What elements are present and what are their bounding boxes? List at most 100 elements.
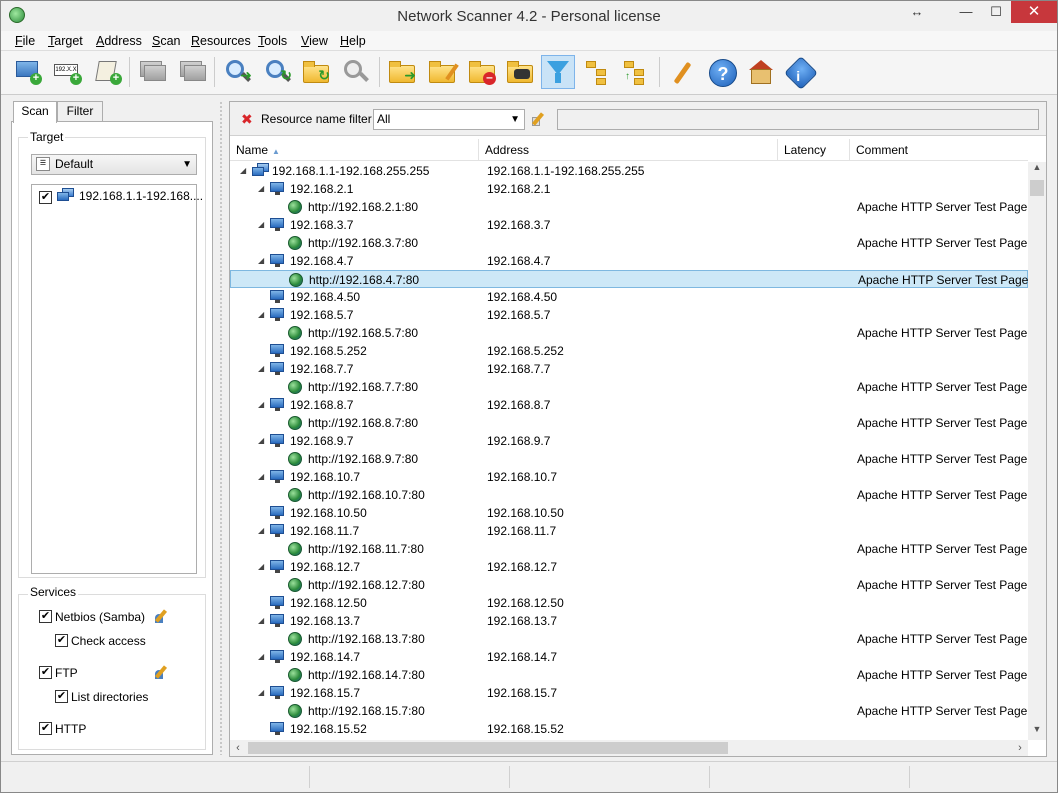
expand-toggle-icon[interactable]: ◢	[258, 612, 264, 630]
table-row[interactable]: http://192.168.13.7:80 Apache HTTP Server…	[230, 630, 1028, 648]
results-tree[interactable]: ◢ 192.168.1.1-192.168.255.255 192.168.1.1-…	[230, 162, 1028, 740]
table-row[interactable]: ◢ 192.168.7.7 192.168.7.7	[230, 360, 1028, 378]
computer-remove-button[interactable]	[175, 55, 209, 89]
table-row[interactable]: ◢ 192.168.15.7 192.168.15.7	[230, 684, 1028, 702]
minimize-button[interactable]: —	[951, 1, 981, 23]
close-button[interactable]: ✕	[1011, 1, 1057, 23]
horizontal-scroll-thumb[interactable]	[248, 742, 728, 754]
tab-filter[interactable]: Filter	[57, 101, 103, 122]
options-button[interactable]	[665, 55, 699, 89]
help-button[interactable]: ?	[705, 55, 739, 89]
table-row[interactable]: 192.168.4.50 192.168.4.50	[230, 288, 1028, 306]
table-row[interactable]: http://192.168.10.7:80 Apache HTTP Server…	[230, 486, 1028, 504]
ftp-settings-icon[interactable]	[154, 664, 171, 680]
column-name[interactable]: Name ▲	[230, 139, 479, 161]
target-item-checkbox[interactable]: ✔	[39, 191, 52, 204]
filter-input[interactable]	[557, 109, 1039, 130]
open-folder-button[interactable]: ➜	[385, 55, 419, 89]
expand-toggle-icon[interactable]: ◢	[258, 396, 264, 414]
expand-toggle-icon[interactable]: ◢	[258, 522, 264, 540]
rescan-button[interactable]: ↻	[261, 55, 295, 89]
menu-tools[interactable]: Tools	[258, 34, 287, 48]
clear-filter-icon[interactable]: ✖	[241, 111, 253, 128]
tab-scan[interactable]: Scan	[13, 101, 57, 123]
table-row[interactable]: http://192.168.2.1:80 Apache HTTP Server …	[230, 198, 1028, 216]
home-button[interactable]	[744, 55, 778, 89]
table-row[interactable]: 192.168.12.50 192.168.12.50	[230, 594, 1028, 612]
title-bar[interactable]: Network Scanner 4.2 - Personal license ↔…	[1, 1, 1057, 31]
table-row[interactable]: ◢ 192.168.4.7 192.168.4.7	[230, 252, 1028, 270]
table-row[interactable]: 192.168.15.52 192.168.15.52	[230, 720, 1028, 738]
panel-splitter[interactable]	[219, 101, 223, 755]
horizontal-scrollbar[interactable]: ‹ ›	[230, 740, 1028, 756]
scroll-up-icon[interactable]: ▲	[1028, 162, 1046, 178]
table-row[interactable]: ◢ 192.168.10.7 192.168.10.7	[230, 468, 1028, 486]
table-row[interactable]: ◢ 192.168.14.7 192.168.14.7	[230, 648, 1028, 666]
table-row[interactable]: ◢ 192.168.2.1 192.168.2.1	[230, 180, 1028, 198]
scroll-left-icon[interactable]: ‹	[230, 740, 246, 756]
table-row[interactable]: http://192.168.11.7:80 Apache HTTP Server…	[230, 540, 1028, 558]
expand-toggle-icon[interactable]: ◢	[240, 162, 246, 180]
list-directories-checkbox[interactable]: ✔	[55, 690, 68, 703]
menu-help[interactable]: Help	[340, 34, 366, 48]
table-row[interactable]: http://192.168.4.7:80 Apache HTTP Server …	[230, 270, 1028, 288]
add-address-button[interactable]: 192.X.X +	[51, 55, 85, 89]
table-row[interactable]: http://192.168.7.7:80 Apache HTTP Server …	[230, 378, 1028, 396]
netbios-settings-icon[interactable]	[154, 608, 171, 624]
expand-toggle-icon[interactable]: ◢	[258, 558, 264, 576]
menu-resources[interactable]: Resources	[191, 34, 251, 48]
expand-toggle-icon[interactable]: ◢	[258, 252, 264, 270]
table-row[interactable]: ◢ 192.168.11.7 192.168.11.7	[230, 522, 1028, 540]
table-row[interactable]: ◢ 192.168.1.1-192.168.255.255 192.168.1.1-…	[230, 162, 1028, 180]
edit-folder-button[interactable]	[425, 55, 459, 89]
scroll-right-icon[interactable]: ›	[1012, 740, 1028, 756]
computers-button[interactable]	[135, 55, 169, 89]
http-checkbox[interactable]: ✔	[39, 722, 52, 735]
table-row[interactable]: ◢ 192.168.13.7 192.168.13.7	[230, 612, 1028, 630]
scan-button[interactable]: ➜	[221, 55, 255, 89]
table-row[interactable]: http://192.168.15.7:80 Apache HTTP Server…	[230, 702, 1028, 720]
stop-scan-button[interactable]	[339, 55, 373, 89]
table-row[interactable]: http://192.168.3.7:80 Apache HTTP Server …	[230, 234, 1028, 252]
table-row[interactable]: ◢ 192.168.8.7 192.168.8.7	[230, 396, 1028, 414]
table-row[interactable]: http://192.168.8.7:80 Apache HTTP Server …	[230, 414, 1028, 432]
filter-button[interactable]	[541, 55, 575, 89]
table-row[interactable]: ◢ 192.168.9.7 192.168.9.7	[230, 432, 1028, 450]
edit-filter-icon[interactable]	[531, 111, 548, 127]
expand-toggle-icon[interactable]: ◢	[258, 306, 264, 324]
target-combo[interactable]: ☰ Default ▼	[31, 154, 197, 175]
menu-scan[interactable]: Scan	[152, 34, 181, 48]
table-row[interactable]: http://192.168.14.7:80 Apache HTTP Server…	[230, 666, 1028, 684]
vertical-scroll-thumb[interactable]	[1030, 180, 1044, 196]
ftp-checkbox[interactable]: ✔	[39, 666, 52, 679]
expand-toggle-icon[interactable]: ◢	[258, 648, 264, 666]
menu-target[interactable]: Target	[48, 34, 83, 48]
vertical-scrollbar[interactable]: ▲ ▼	[1028, 162, 1046, 740]
netbios-checkbox[interactable]: ✔	[39, 610, 52, 623]
expand-toggle-icon[interactable]: ◢	[258, 432, 264, 450]
add-script-button[interactable]: +	[91, 55, 125, 89]
column-latency[interactable]: Latency	[778, 139, 850, 161]
menu-address[interactable]: Address	[96, 34, 142, 48]
table-row[interactable]: ◢ 192.168.12.7 192.168.12.7	[230, 558, 1028, 576]
table-row[interactable]: 192.168.5.252 192.168.5.252	[230, 342, 1028, 360]
target-list[interactable]: ✔ 192.168.1.1-192.168....	[31, 184, 203, 574]
refresh-folders-button[interactable]: ↻	[299, 55, 333, 89]
menu-file[interactable]: File	[15, 34, 35, 48]
filter-combo[interactable]: All ▼	[373, 109, 525, 130]
expand-toggle-icon[interactable]: ◢	[258, 216, 264, 234]
column-address[interactable]: Address	[479, 139, 778, 161]
tree-collapse-button[interactable]: ↑	[619, 55, 653, 89]
table-row[interactable]: ◢ 192.168.5.7 192.168.5.7	[230, 306, 1028, 324]
table-row[interactable]: http://192.168.5.7:80 Apache HTTP Server …	[230, 324, 1028, 342]
check-access-checkbox[interactable]: ✔	[55, 634, 68, 647]
menu-view[interactable]: View	[301, 34, 328, 48]
table-row[interactable]: http://192.168.12.7:80 Apache HTTP Server…	[230, 576, 1028, 594]
column-comment[interactable]: Comment	[850, 139, 1028, 161]
scroll-down-icon[interactable]: ▼	[1028, 724, 1046, 740]
expand-toggle-icon[interactable]: ◢	[258, 360, 264, 378]
add-computer-button[interactable]: +	[11, 55, 45, 89]
table-row[interactable]: 192.168.10.50 192.168.10.50	[230, 504, 1028, 522]
expand-toggle-icon[interactable]: ◢	[258, 468, 264, 486]
remove-folder-button[interactable]: –	[465, 55, 499, 89]
